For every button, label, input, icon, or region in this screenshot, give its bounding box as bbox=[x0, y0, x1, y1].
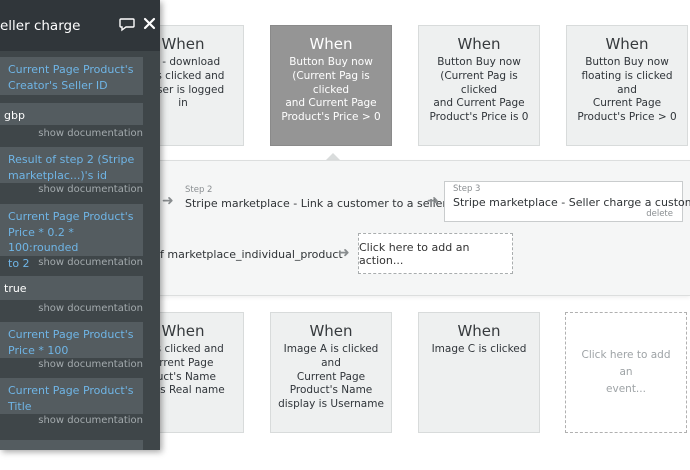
customer-id-field[interactable]: Result of step 2 (Stripe marketplac...)'… bbox=[0, 147, 143, 183]
step-title: Stripe marketplace - Seller charge a cus… bbox=[453, 196, 690, 209]
event-condition: Button Buy now (Current Pag is clicked a… bbox=[429, 56, 529, 124]
close-icon[interactable] bbox=[143, 17, 156, 30]
delete-step-link[interactable]: delete bbox=[646, 209, 673, 219]
show-documentation-link[interactable]: show documentation bbox=[0, 184, 143, 195]
field-value: true bbox=[4, 282, 27, 295]
next-field-partial[interactable] bbox=[0, 440, 143, 450]
currency-field[interactable]: gbp bbox=[0, 103, 143, 125]
event-condition: Button Buy now floating is clicked and C… bbox=[577, 56, 677, 124]
field-value: Current Page Product's Title bbox=[8, 384, 134, 413]
event-when-label: When bbox=[457, 35, 501, 53]
field-value: Current Page Product's Price * 100 bbox=[8, 328, 134, 357]
event-condition: Image C is clicked bbox=[431, 343, 527, 355]
comment-icon[interactable] bbox=[119, 18, 135, 32]
arrow-right-icon: ➜ bbox=[427, 193, 439, 209]
amount-field[interactable]: Current Page Product's Price * 100 bbox=[0, 322, 143, 358]
action-step-label[interactable]: f marketplace_individual_product bbox=[160, 248, 343, 261]
step-title: Stripe marketplace - Link a customer to … bbox=[185, 197, 447, 210]
field-value: Result of step 2 (Stripe marketplac...)'… bbox=[8, 153, 135, 182]
event-card-image-c[interactable]: When Image C is clicked bbox=[418, 312, 540, 433]
property-editor-panel: eller charge Current Page Product's Crea… bbox=[0, 0, 160, 450]
show-documentation-link[interactable]: show documentation bbox=[0, 359, 143, 370]
selected-event-pointer bbox=[326, 153, 340, 160]
event-card-buy-now-selected[interactable]: When Button Buy now (Current Pag is clic… bbox=[270, 25, 392, 146]
add-action-button[interactable]: Click here to add an action... bbox=[358, 233, 513, 274]
event-card-buy-now-floating[interactable]: When Button Buy now floating is clicked … bbox=[566, 25, 688, 146]
description-field[interactable]: Current Page Product's Title bbox=[0, 378, 143, 414]
event-condition: Button Buy now (Current Pag is clicked a… bbox=[281, 56, 381, 124]
show-documentation-link[interactable]: show documentation bbox=[0, 303, 143, 314]
add-event-button[interactable]: Click here to add an event... bbox=[565, 312, 687, 433]
arrow-right-icon: ➜ bbox=[162, 193, 174, 209]
show-documentation-link[interactable]: show documentation bbox=[0, 128, 143, 139]
event-when-label: When bbox=[309, 322, 353, 340]
panel-title: eller charge bbox=[0, 18, 81, 34]
field-value: gbp bbox=[4, 109, 25, 122]
fee-amount-field[interactable]: Current Page Product's Price * 0.2 * 100… bbox=[0, 204, 143, 270]
action-step-3[interactable]: Step 3 Stripe marketplace - Seller charg… bbox=[444, 181, 690, 222]
event-when-label: When bbox=[605, 35, 649, 53]
event-condition: Image A is clicked and Current Page Prod… bbox=[278, 343, 384, 411]
field-value: Current Page Product's Creator's Seller … bbox=[8, 63, 134, 92]
panel-header: eller charge bbox=[0, 0, 160, 51]
step-number: Step 2 bbox=[185, 185, 213, 195]
show-documentation-link[interactable]: show documentation bbox=[0, 257, 143, 268]
event-when-label: When bbox=[309, 35, 353, 53]
arrow-right-icon: ➜ bbox=[338, 245, 350, 261]
action-step-2[interactable]: Step 2 Stripe marketplace - Link a custo… bbox=[185, 185, 447, 210]
event-when-label: When bbox=[457, 322, 501, 340]
show-documentation-link[interactable]: show documentation bbox=[0, 415, 143, 426]
event-card-image-a-username[interactable]: When Image A is clicked and Current Page… bbox=[270, 312, 392, 433]
workflow-actions-band: ➜ Step 2 Stripe marketplace - Link a cus… bbox=[150, 160, 690, 296]
seller-id-field[interactable]: Current Page Product's Creator's Seller … bbox=[0, 57, 143, 95]
step-number: Step 3 bbox=[453, 184, 481, 194]
add-event-label: Click here to add an event... bbox=[581, 349, 671, 395]
boolean-field[interactable]: true bbox=[0, 276, 143, 300]
event-card-buy-now-free[interactable]: When Button Buy now (Current Pag is clic… bbox=[418, 25, 540, 146]
